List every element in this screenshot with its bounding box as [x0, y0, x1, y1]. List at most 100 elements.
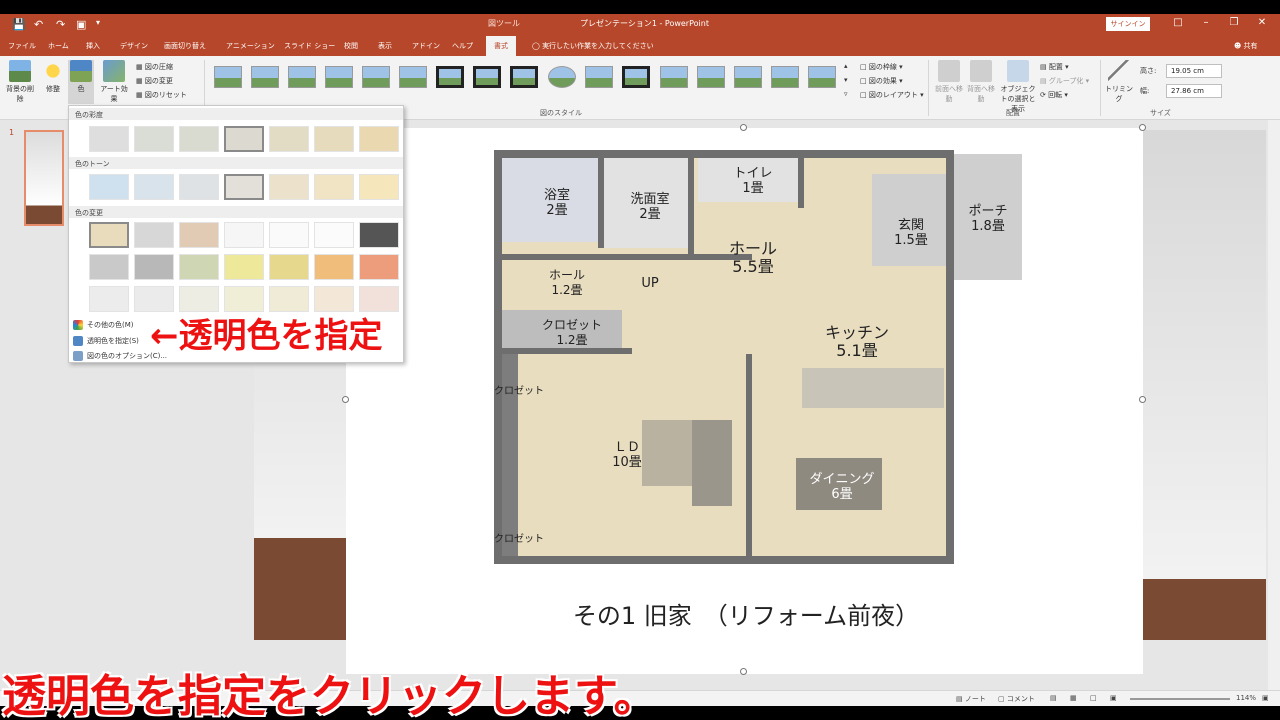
styles-scroll-down-icon[interactable]: ▾: [844, 76, 848, 84]
share-button[interactable]: ☻ 共有: [1234, 41, 1258, 51]
align-button[interactable]: ▤ 配置 ▾: [1040, 62, 1069, 72]
recolor-swatch[interactable]: [134, 222, 174, 248]
resize-handle[interactable]: [1139, 124, 1146, 131]
picture-style-16[interactable]: [771, 66, 799, 88]
tab-slideshow[interactable]: スライド ショー: [284, 41, 335, 51]
tone-swatch[interactable]: [359, 174, 399, 200]
close-icon[interactable]: ✕: [1252, 17, 1272, 28]
zoom-slider[interactable]: [1130, 698, 1230, 700]
minimize-icon[interactable]: –: [1196, 17, 1216, 28]
saturation-swatch[interactable]: [269, 126, 309, 152]
saturation-swatch[interactable]: [314, 126, 354, 152]
slide-sorter-icon[interactable]: ▦: [1070, 694, 1077, 702]
recolor-swatch[interactable]: [89, 222, 129, 248]
reset-picture-button[interactable]: ▦ 図のリセット: [136, 90, 187, 100]
picture-style-7[interactable]: [436, 66, 464, 88]
saturation-swatch[interactable]: [134, 126, 174, 152]
send-backward-button[interactable]: 背面へ移動: [966, 60, 996, 104]
recolor-swatch[interactable]: [359, 254, 399, 280]
tell-me-search[interactable]: ◯ 実行したい作業を入力してください: [532, 41, 654, 51]
tab-insert[interactable]: 挿入: [86, 41, 100, 51]
recolor-swatch[interactable]: [179, 222, 219, 248]
picture-style-12[interactable]: [622, 66, 650, 88]
set-transparent-color-menu-item[interactable]: 透明色を指定(S): [73, 336, 139, 346]
tab-view[interactable]: 表示: [378, 41, 392, 51]
notes-button[interactable]: ▤ ノート: [956, 694, 986, 704]
vertical-scrollbar[interactable]: [1268, 120, 1280, 690]
picture-style-11[interactable]: [585, 66, 613, 88]
tab-file[interactable]: ファイル: [8, 41, 36, 51]
fit-slide-icon[interactable]: ▣: [1262, 694, 1269, 702]
picture-style-4[interactable]: [325, 66, 353, 88]
bring-forward-button[interactable]: 前面へ移動: [934, 60, 964, 104]
restore-icon[interactable]: ❐: [1224, 17, 1244, 28]
picture-effects-button[interactable]: □ 図の効果 ▾: [860, 76, 903, 86]
slide-canvas[interactable]: 浴室 2畳 洗面室 2畳 トイレ 1畳 玄関 1.5畳 ポーチ 1.8畳 ホール 5.5畳 …: [342, 124, 1146, 675]
reading-view-icon[interactable]: □: [1090, 694, 1097, 702]
normal-view-icon[interactable]: ▤: [1050, 694, 1057, 702]
tone-swatch[interactable]: [134, 174, 174, 200]
compress-pictures-button[interactable]: ▦ 図の圧縮: [136, 62, 173, 72]
signin-button[interactable]: サインイン: [1106, 17, 1150, 31]
change-picture-button[interactable]: ▦ 図の変更: [136, 76, 173, 86]
tab-review[interactable]: 校閲: [344, 41, 358, 51]
picture-style-6[interactable]: [399, 66, 427, 88]
tab-transitions[interactable]: 画面切り替え: [164, 41, 206, 51]
resize-handle[interactable]: [740, 668, 747, 675]
picture-layout-button[interactable]: □ 図のレイアウト ▾: [860, 90, 924, 100]
saturation-swatch[interactable]: [224, 126, 264, 152]
tab-format[interactable]: 書式: [486, 36, 516, 56]
picture-style-5[interactable]: [362, 66, 390, 88]
group-objects-button[interactable]: ▤ グループ化 ▾: [1040, 76, 1089, 86]
picture-style-2[interactable]: [251, 66, 279, 88]
slide-thumbnail[interactable]: [24, 130, 64, 226]
picture-style-1[interactable]: [214, 66, 242, 88]
selection-pane-button[interactable]: オブジェクトの選択と表示: [998, 60, 1038, 114]
tone-swatch[interactable]: [179, 174, 219, 200]
slideshow-start-icon[interactable]: ▣: [76, 18, 86, 31]
saturation-swatch[interactable]: [89, 126, 129, 152]
recolor-swatch[interactable]: [89, 286, 129, 312]
recolor-swatch[interactable]: [269, 254, 309, 280]
ribbon-display-icon[interactable]: □: [1168, 17, 1188, 28]
recolor-swatch[interactable]: [224, 222, 264, 248]
art-effects-button[interactable]: アート効果: [98, 60, 130, 104]
slide-title[interactable]: その1 旧家 （リフォーム前夜）: [466, 596, 1026, 631]
recolor-swatch[interactable]: [269, 222, 309, 248]
picture-border-button[interactable]: □ 図の枠線 ▾: [860, 62, 903, 72]
tab-addins[interactable]: アドイン: [412, 41, 440, 51]
tab-animations[interactable]: アニメーション: [226, 41, 275, 51]
recolor-swatch[interactable]: [89, 254, 129, 280]
width-input[interactable]: 27.86 cm: [1166, 84, 1222, 98]
picture-style-3[interactable]: [288, 66, 316, 88]
tab-home[interactable]: ホーム: [48, 41, 69, 51]
floor-plan-picture[interactable]: 浴室 2畳 洗面室 2畳 トイレ 1畳 玄関 1.5畳 ポーチ 1.8畳 ホール 5.5畳 …: [494, 150, 1008, 564]
picture-style-14[interactable]: [697, 66, 725, 88]
styles-more-icon[interactable]: ▿: [844, 90, 848, 98]
comments-button[interactable]: ▢ コメント: [998, 694, 1035, 704]
rotate-button[interactable]: ⟳ 回転 ▾: [1040, 90, 1068, 100]
remove-background-button[interactable]: 背景の削除: [6, 60, 34, 104]
resize-handle[interactable]: [1139, 396, 1146, 403]
saturation-swatch[interactable]: [179, 126, 219, 152]
recolor-swatch[interactable]: [359, 222, 399, 248]
tone-swatch[interactable]: [269, 174, 309, 200]
height-input[interactable]: 19.05 cm: [1166, 64, 1222, 78]
picture-style-9[interactable]: [510, 66, 538, 88]
save-icon[interactable]: 💾: [12, 18, 26, 31]
zoom-level[interactable]: 114%: [1236, 694, 1256, 702]
picture-style-13[interactable]: [660, 66, 688, 88]
saturation-swatch[interactable]: [359, 126, 399, 152]
slideshow-view-icon[interactable]: ▣: [1110, 694, 1117, 702]
redo-icon[interactable]: ↷: [56, 18, 65, 31]
resize-handle[interactable]: [342, 396, 349, 403]
tab-help[interactable]: ヘルプ: [452, 41, 473, 51]
tone-swatch[interactable]: [89, 174, 129, 200]
tab-design[interactable]: デザイン: [120, 41, 148, 51]
corrections-button[interactable]: 修整: [40, 60, 66, 94]
recolor-swatch[interactable]: [314, 222, 354, 248]
color-button[interactable]: 色: [68, 60, 94, 104]
picture-style-8[interactable]: [473, 66, 501, 88]
picture-style-17[interactable]: [808, 66, 836, 88]
crop-button[interactable]: トリミング: [1104, 60, 1134, 104]
